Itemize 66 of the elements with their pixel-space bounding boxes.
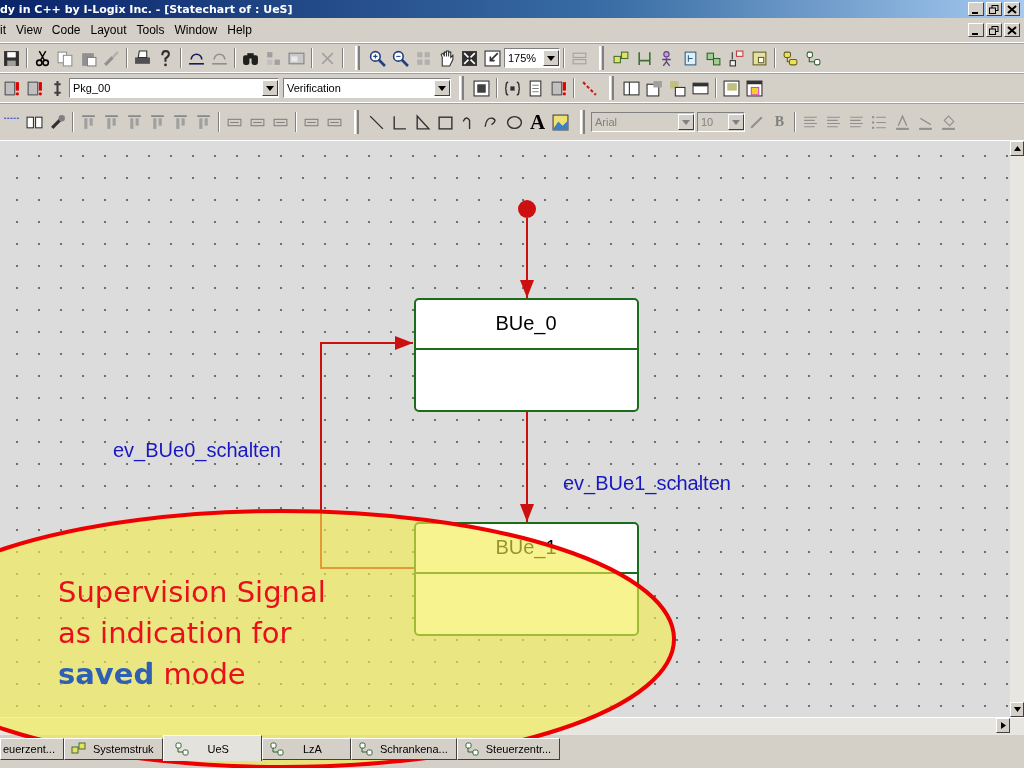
scroll-down-button[interactable]	[1010, 702, 1024, 717]
menu-item[interactable]: Code	[46, 21, 86, 39]
close-button[interactable]	[1004, 23, 1020, 37]
dropdown-arrow-icon	[438, 85, 446, 91]
document-tab[interactable]: euerzent...	[0, 738, 64, 760]
restore-button[interactable]	[986, 23, 1002, 37]
document-tab[interactable]: LzA	[261, 738, 351, 760]
statechart-icon	[357, 741, 374, 757]
minimize-button[interactable]	[968, 23, 984, 37]
dropdown-arrow-icon	[266, 85, 274, 91]
close-icon	[1007, 25, 1017, 35]
document-tab[interactable]: Schrankena...	[350, 738, 457, 760]
dropdown-arrow-icon	[682, 119, 690, 125]
menu-item[interactable]: Window	[169, 21, 223, 39]
structure-icon	[71, 741, 87, 757]
frame-icon[interactable]	[470, 77, 493, 99]
horizontal-scrollbar[interactable]	[0, 717, 1024, 735]
image-icon[interactable]	[549, 111, 572, 133]
up-arrow-icon	[1013, 145, 1021, 152]
close-button[interactable]	[1004, 2, 1020, 16]
package-combo[interactable]: Pkg_00	[69, 78, 279, 98]
statechart-icon	[173, 740, 190, 757]
toolbar-grip[interactable]	[355, 46, 360, 70]
statechart-icon	[463, 741, 480, 757]
menu-item[interactable]: Tools	[131, 21, 170, 39]
minimize-icon	[972, 11, 978, 14]
zoom-combo[interactable]: 175%	[504, 48, 560, 68]
toolbar-grip[interactable]	[599, 46, 604, 70]
right-arrow-icon	[999, 722, 1007, 729]
state-name: BUe_1	[495, 536, 557, 558]
toolbar-grip[interactable]	[354, 110, 359, 134]
restore-button[interactable]	[986, 2, 1002, 16]
toolbar-grip[interactable]	[609, 76, 614, 100]
state-name: BUe_0	[495, 312, 557, 334]
menu-item[interactable]: Help	[222, 21, 257, 39]
shrink-icon[interactable]	[481, 47, 504, 69]
vertical-scrollbar[interactable]	[1010, 141, 1024, 717]
menu-item[interactable]: Layout	[85, 21, 132, 39]
dropdown-arrow-icon	[547, 55, 555, 61]
restore-icon	[989, 25, 999, 35]
close-icon	[1007, 4, 1017, 14]
restore-icon	[989, 4, 999, 14]
transition-label: ev_BUe1_schalten	[563, 472, 731, 494]
statechart-icon	[268, 741, 285, 757]
document-tab[interactable]: Steuerzentr...	[456, 738, 561, 760]
toolbar-grip[interactable]	[580, 110, 585, 134]
document-tab[interactable]: UeS	[162, 735, 262, 761]
down-arrow-icon	[1013, 706, 1021, 713]
configuration-combo[interactable]: Verification	[283, 78, 451, 98]
state-box[interactable]	[414, 522, 639, 636]
dropdown-arrow-icon	[732, 119, 740, 125]
scroll-up-button[interactable]	[1010, 141, 1024, 156]
scroll-right-button[interactable]	[996, 718, 1010, 733]
menu-item[interactable]: it	[0, 21, 11, 39]
state-box[interactable]	[414, 298, 639, 412]
toolbar-grip[interactable]	[459, 76, 464, 100]
window-title: dy in C++ by I-Logix Inc. - [Statechart of : UeS]	[0, 2, 294, 16]
callout-text: Supervision Signal as indication for saved mode	[58, 574, 326, 693]
initial-state-dot	[518, 200, 536, 218]
menu-item[interactable]: View	[11, 21, 47, 39]
panel-icon[interactable]	[743, 77, 766, 99]
document-tab[interactable]: Systemstruk	[64, 738, 163, 760]
transition-label: ev_BUe0_schalten	[113, 439, 281, 461]
minimize-button[interactable]	[968, 2, 984, 16]
minimize-icon	[972, 32, 978, 35]
text-tool-button[interactable]: A	[526, 109, 549, 135]
